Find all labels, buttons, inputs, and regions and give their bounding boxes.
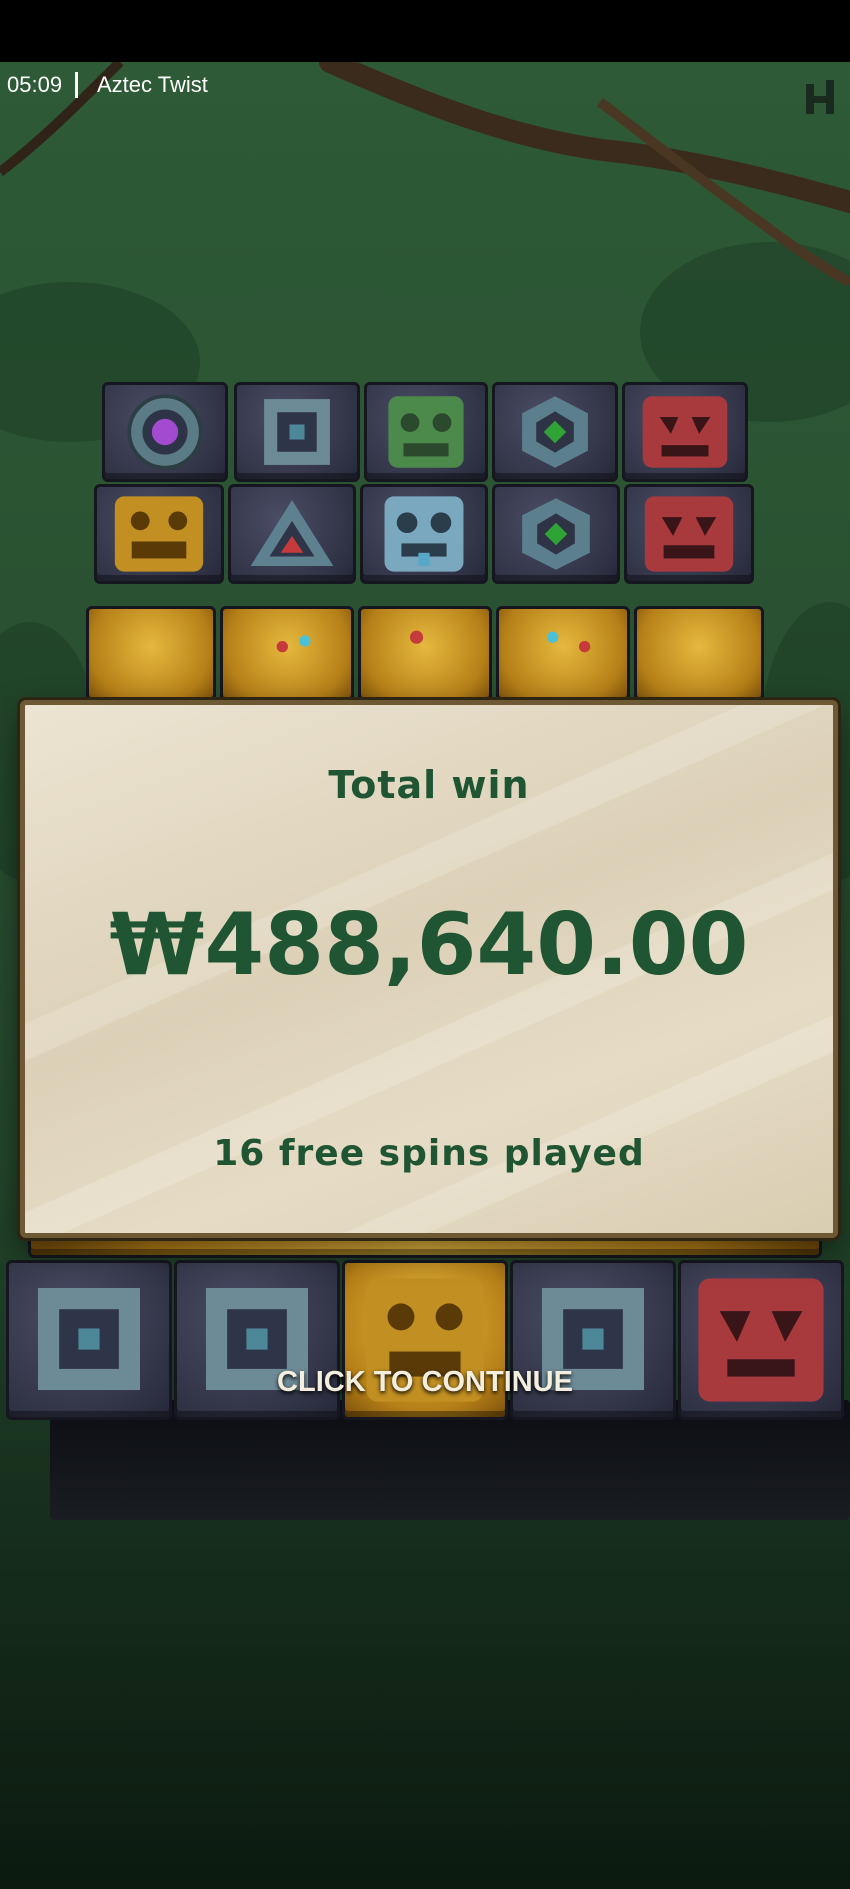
spins-played-text: 16 free spins played [213,1133,645,1174]
total-win-panel[interactable]: Total win ₩488,640.00 16 free spins play… [20,700,838,1238]
symbol-tile [496,606,630,706]
symbol-tile [492,484,620,584]
panel-title: Total win [328,763,530,807]
symbol-tile [102,382,228,482]
symbol-tile [220,606,354,706]
symbol-tile [364,382,488,482]
symbol-tile [86,606,216,706]
symbol-tile [228,484,356,584]
symbol-tile [624,484,754,584]
symbol-tile [94,484,224,584]
symbol-tile [234,382,360,482]
click-to-continue-button[interactable]: CLICK TO CONTINUE [0,1366,850,1399]
symbol-tile [492,382,618,482]
symbol-tile [360,484,488,584]
win-amount: ₩488,640.00 [109,895,749,995]
symbol-tile [622,382,748,482]
symbol-tile [634,606,764,706]
symbol-tile [358,606,492,706]
